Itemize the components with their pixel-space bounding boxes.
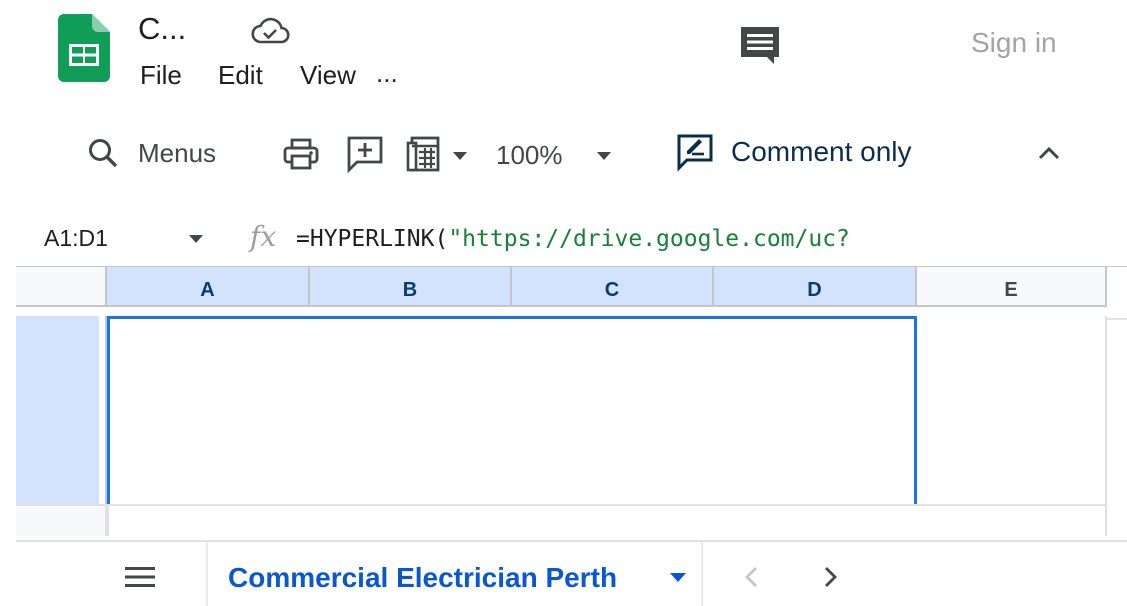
- sheets-logo-icon[interactable]: [58, 14, 110, 82]
- collapse-chevron-icon[interactable]: [1036, 144, 1062, 162]
- menus-search-label[interactable]: Menus: [138, 136, 216, 170]
- all-sheets-icon[interactable]: [124, 565, 156, 589]
- add-comment-icon[interactable]: [345, 134, 385, 174]
- name-box-dropdown-arrow-icon[interactable]: [186, 232, 206, 244]
- column-header-e[interactable]: E: [917, 267, 1107, 305]
- zoom-level[interactable]: 100%: [496, 138, 563, 172]
- chevron-left-icon[interactable]: [738, 562, 766, 592]
- row-header-1[interactable]: [16, 316, 99, 504]
- header-divider: [16, 305, 1107, 307]
- sign-in-button[interactable]: Sign in: [971, 26, 1057, 60]
- cloud-saved-icon[interactable]: [250, 16, 290, 46]
- selected-range-a1-d1[interactable]: [107, 316, 917, 506]
- scroll-edge: [1107, 318, 1127, 320]
- cell-e1[interactable]: [917, 316, 1107, 504]
- name-box[interactable]: A1:D1: [44, 223, 108, 253]
- menu-file[interactable]: File: [140, 58, 182, 92]
- column-header-c[interactable]: C: [512, 267, 714, 305]
- row-header-2[interactable]: [16, 506, 107, 536]
- chevron-right-icon[interactable]: [816, 562, 844, 592]
- menu-edit[interactable]: Edit: [218, 58, 263, 92]
- column-header-a[interactable]: A: [107, 267, 310, 305]
- sheet-view-dropdown-arrow-icon[interactable]: [450, 149, 470, 161]
- formula-string: "https://drive.google.com/uc?: [448, 226, 850, 252]
- zoom-dropdown-arrow-icon[interactable]: [594, 149, 614, 161]
- formula-input[interactable]: =HYPERLINK("https://drive.google.com/uc?: [296, 224, 850, 254]
- menu-more[interactable]: ...: [376, 56, 398, 90]
- sheet-tab-dropdown-arrow-icon[interactable]: [668, 570, 688, 584]
- comment-history-icon[interactable]: [738, 24, 782, 66]
- column-header-d[interactable]: D: [714, 267, 917, 305]
- menu-view[interactable]: View: [300, 58, 356, 92]
- sheet-tab-label[interactable]: Commercial Electrician Perth: [228, 560, 617, 596]
- formula-function: =HYPERLINK(: [296, 226, 449, 252]
- mode-selector[interactable]: Comment only: [731, 134, 912, 170]
- select-all-corner[interactable]: [16, 267, 107, 305]
- search-icon[interactable]: [84, 134, 124, 174]
- row-header-gutter: [99, 316, 107, 504]
- fx-icon: fx: [250, 220, 277, 253]
- sheet-view-icon[interactable]: [405, 134, 445, 174]
- edit-mode-icon[interactable]: [675, 132, 715, 172]
- document-title[interactable]: C...: [138, 10, 186, 48]
- column-header-b[interactable]: B: [310, 267, 512, 305]
- row-2-cells[interactable]: [107, 506, 1107, 536]
- print-icon[interactable]: [281, 134, 321, 174]
